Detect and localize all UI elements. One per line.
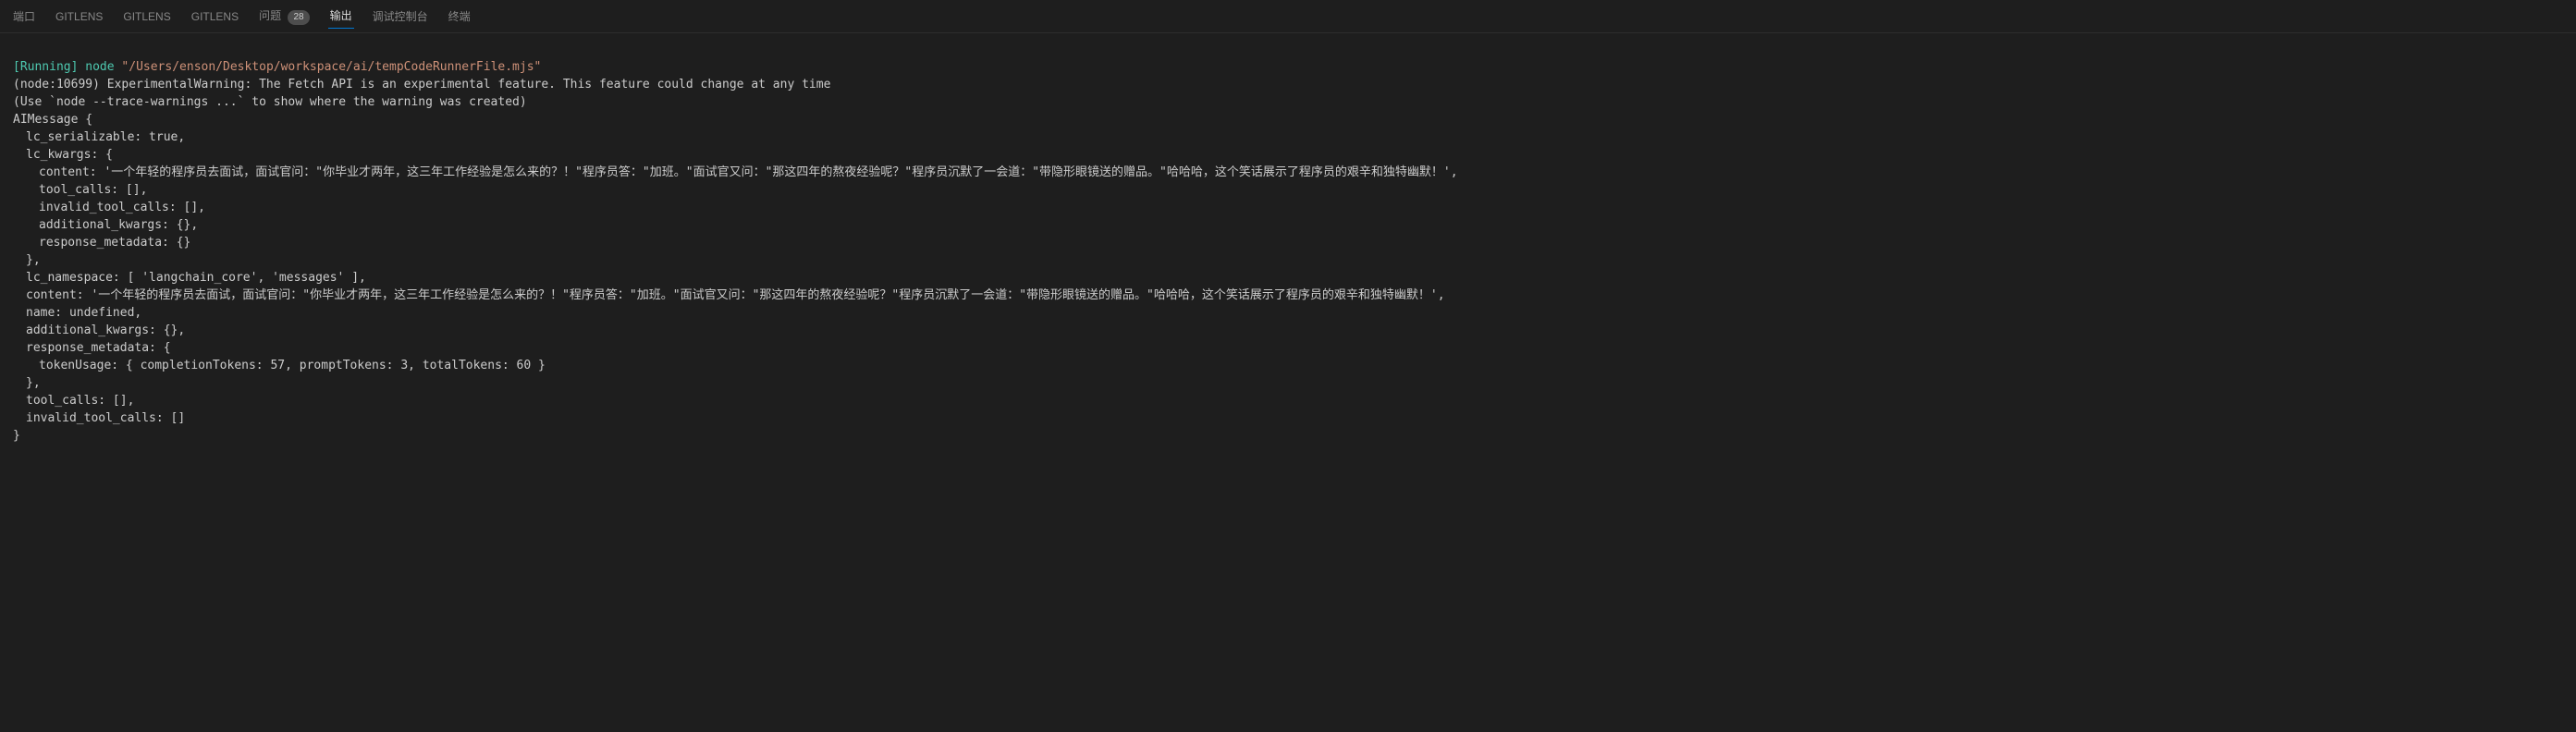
- trace-hint-line: (Use `node --trace-warnings ...` to show…: [13, 95, 527, 109]
- tab-problems-label: 问题: [259, 9, 281, 22]
- tool-calls-line-1: tool_calls: [],: [13, 181, 2563, 199]
- aimessage-close: }: [13, 429, 20, 443]
- tab-port[interactable]: 端口: [11, 5, 37, 29]
- tab-gitlens-3[interactable]: GITLENS: [190, 5, 240, 29]
- name-line: name: undefined,: [13, 304, 2563, 322]
- tab-gitlens-2[interactable]: GITLENS: [121, 5, 172, 29]
- tool-calls-line-2: tool_calls: [],: [13, 392, 2563, 409]
- aimessage-open: AIMessage {: [13, 113, 92, 127]
- response-metadata-close: },: [13, 374, 2563, 392]
- additional-kwargs-line-2: additional_kwargs: {},: [13, 322, 2563, 339]
- lc-namespace-line: lc_namespace: [ 'langchain_core', 'messa…: [13, 269, 2563, 287]
- problems-count-badge: 28: [288, 10, 309, 25]
- tab-output[interactable]: 输出: [328, 4, 354, 29]
- content-line-1: content: '一个年轻的程序员去面试，面试官问："你毕业才两年，这三年工作…: [13, 164, 2563, 181]
- response-metadata-open: response_metadata: {: [13, 339, 2563, 357]
- running-tag: [Running]: [13, 60, 78, 74]
- output-panel-content: [Running] node "/Users/enson/Desktop/wor…: [0, 33, 2576, 452]
- warning-line: (node:10699) ExperimentalWarning: The Fe…: [13, 78, 830, 92]
- tab-debug-console[interactable]: 调试控制台: [371, 5, 430, 29]
- tab-problems[interactable]: 问题 28: [257, 4, 311, 29]
- lc-serializable-line: lc_serializable: true,: [13, 128, 2563, 146]
- lc-kwargs-close: },: [13, 251, 2563, 269]
- token-usage-line: tokenUsage: { completionTokens: 57, prom…: [13, 357, 2563, 374]
- invalid-tool-calls-line-2: invalid_tool_calls: []: [13, 409, 2563, 427]
- file-path: "/Users/enson/Desktop/workspace/ai/tempC…: [121, 60, 541, 74]
- lc-kwargs-open: lc_kwargs: {: [13, 146, 2563, 164]
- node-command: node: [85, 60, 114, 74]
- tab-gitlens-1[interactable]: GITLENS: [54, 5, 104, 29]
- content-line-2: content: '一个年轻的程序员去面试，面试官问："你毕业才两年，这三年工作…: [13, 287, 2563, 304]
- tab-terminal[interactable]: 终端: [447, 5, 472, 29]
- response-metadata-line-1: response_metadata: {}: [13, 234, 2563, 251]
- invalid-tool-calls-line-1: invalid_tool_calls: [],: [13, 199, 2563, 216]
- panel-tab-bar: 端口 GITLENS GITLENS GITLENS 问题 28 输出 调试控制…: [0, 0, 2576, 33]
- additional-kwargs-line-1: additional_kwargs: {},: [13, 216, 2563, 234]
